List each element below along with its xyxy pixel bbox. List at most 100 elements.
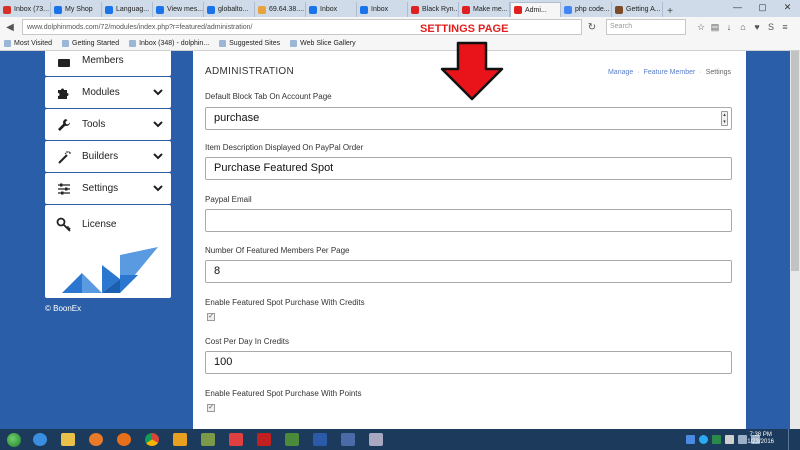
bookmark-item[interactable]: Suggested Sites [219,40,280,47]
license-link[interactable]: License [45,205,171,232]
taskbar-firefox[interactable] [110,429,138,450]
browser-tab[interactable]: php code... [561,2,612,17]
downloads-icon[interactable]: ↓ [722,22,736,33]
skype-icon[interactable]: S [764,22,778,33]
item-description-field[interactable]: Purchase Featured Spot [205,157,732,180]
tab-favicon-icon [309,5,317,14]
tab-label: Inbox (73... [14,6,50,13]
taskbar-media-player[interactable] [82,429,110,450]
browser-tab[interactable]: 69.64.38.... [255,2,306,17]
tray-network-icon[interactable] [738,435,747,444]
browser-tab[interactable]: Inbox [357,2,408,17]
page-scrollbar[interactable] [790,51,800,429]
breadcrumb-manage[interactable]: Manage [608,69,633,76]
breadcrumb-feature-member[interactable]: Feature Member [644,69,696,76]
search-input[interactable]: Search [606,19,686,35]
taskbar-outlook[interactable] [166,429,194,450]
taskbar-gimp[interactable] [194,429,222,450]
key-icon [56,217,71,232]
browser-tab[interactable]: Black Ryn... [408,2,459,17]
tab-label: 69.64.38.... [269,6,305,13]
tab-label: My Shop [65,6,93,13]
puzzle-icon [56,85,72,101]
show-desktop-button[interactable] [788,429,800,450]
bookmark-item[interactable]: Most Visited [4,40,52,47]
star-icon[interactable]: ☆ [694,22,708,33]
browser-tab[interactable]: Inbox (73... [0,2,51,17]
sidebar-item-modules[interactable]: Modules [45,77,171,108]
menu-icon[interactable]: ≡ [778,22,792,33]
pdf-icon [229,433,243,446]
back-icon[interactable]: ◀ [4,22,16,33]
chrome-icon [145,433,159,446]
taskbar-word[interactable] [306,429,334,450]
members-per-page-field[interactable]: 8 [205,260,732,283]
tab-label: Languag... [116,6,150,13]
reload-icon[interactable]: ↻ [586,22,598,33]
tab-favicon-icon [258,5,266,14]
paint-icon [201,433,215,446]
sidebar-item-label: Members [82,55,124,66]
paypal-email-label: Paypal Email [205,195,252,204]
browser-tab[interactable]: Admi... [510,2,561,17]
maximize-icon[interactable]: ▢ [750,0,775,17]
sidebar: Members Modules Tools Builders Settings … [45,51,171,313]
sidebar-item-builders[interactable]: Builders [45,141,171,172]
default-tab-select[interactable]: purchase ▴ ▾ [205,107,732,130]
paypal-email-field[interactable] [205,209,732,232]
browser-tab[interactable]: Languag... [102,2,153,17]
bookmark-icon [129,40,137,47]
points-enable-checkbox[interactable]: ✓ [207,404,215,412]
breadcrumb: Manage · Feature Member · Settings [608,69,731,76]
taskbar-game[interactable] [278,429,306,450]
taskbar-ie[interactable] [26,429,54,450]
credits-enable-label: Enable Featured Spot Purchase With Credi… [205,298,365,307]
taskbar-chrome[interactable] [138,429,166,450]
credits-enable-checkbox[interactable]: ✓ [207,313,215,321]
browser-tab[interactable]: Make me... [459,2,510,17]
tray-app-icon[interactable] [686,435,695,444]
scrollbar-thumb[interactable] [791,51,799,271]
taskbar-explorer[interactable] [54,429,82,450]
browser-tab[interactable]: My Shop [51,2,102,17]
default-tab-label: Default Block Tab On Account Page [205,92,332,101]
minimize-icon[interactable]: — [725,0,750,17]
tray-excel-icon[interactable] [712,435,721,444]
chevron-down-icon [153,89,163,96]
browser-tab[interactable]: Getting A... [612,2,663,17]
tab-favicon-icon [207,5,215,14]
members-icon [56,53,72,69]
bookmark-item[interactable]: Web Slice Gallery [290,40,356,47]
tray-skype-icon[interactable] [699,435,708,444]
bookmark-item[interactable]: Inbox (348) - dolphin... [129,40,209,47]
page-viewport: Members Modules Tools Builders Settings … [0,51,800,429]
bookmarks-toolbar: Most Visited Getting Started Inbox (348) -… [0,37,800,51]
clock-date: 1/23/2016 [747,439,774,445]
pocket-icon[interactable]: ♥ [750,22,764,33]
taskbar-network[interactable] [334,429,362,450]
browser-tab[interactable]: globalto... [204,2,255,17]
home-icon[interactable]: ⌂ [736,22,750,33]
tab-label: php code... [575,6,610,13]
window-controls: — ▢ ✕ [725,0,800,17]
sidebar-item-members[interactable]: Members [45,51,171,76]
new-tab-icon[interactable]: + [663,6,677,17]
taskbar-filezilla[interactable] [250,429,278,450]
taskbar-clock[interactable]: 7:38 PM 1/23/2016 [747,432,774,446]
browser-tab[interactable]: View mes... [153,2,204,17]
default-tab-value: purchase [214,112,260,124]
tray-flag-icon[interactable] [725,435,734,444]
sidebar-item-settings[interactable]: Settings [45,173,171,204]
sliders-icon [56,181,72,197]
close-icon[interactable]: ✕ [775,0,800,17]
taskbar-tools[interactable] [362,429,390,450]
cost-credits-field[interactable]: 100 [205,351,732,374]
taskbar-acrobat[interactable] [222,429,250,450]
start-button[interactable] [2,429,26,450]
breadcrumb-separator: · [699,69,702,76]
sidebar-item-label: Modules [82,87,120,98]
sidebar-item-tools[interactable]: Tools [45,109,171,140]
bookmark-item[interactable]: Getting Started [62,40,119,47]
browser-tab[interactable]: Inbox [306,2,357,17]
reading-list-icon[interactable]: ▤ [708,22,722,33]
